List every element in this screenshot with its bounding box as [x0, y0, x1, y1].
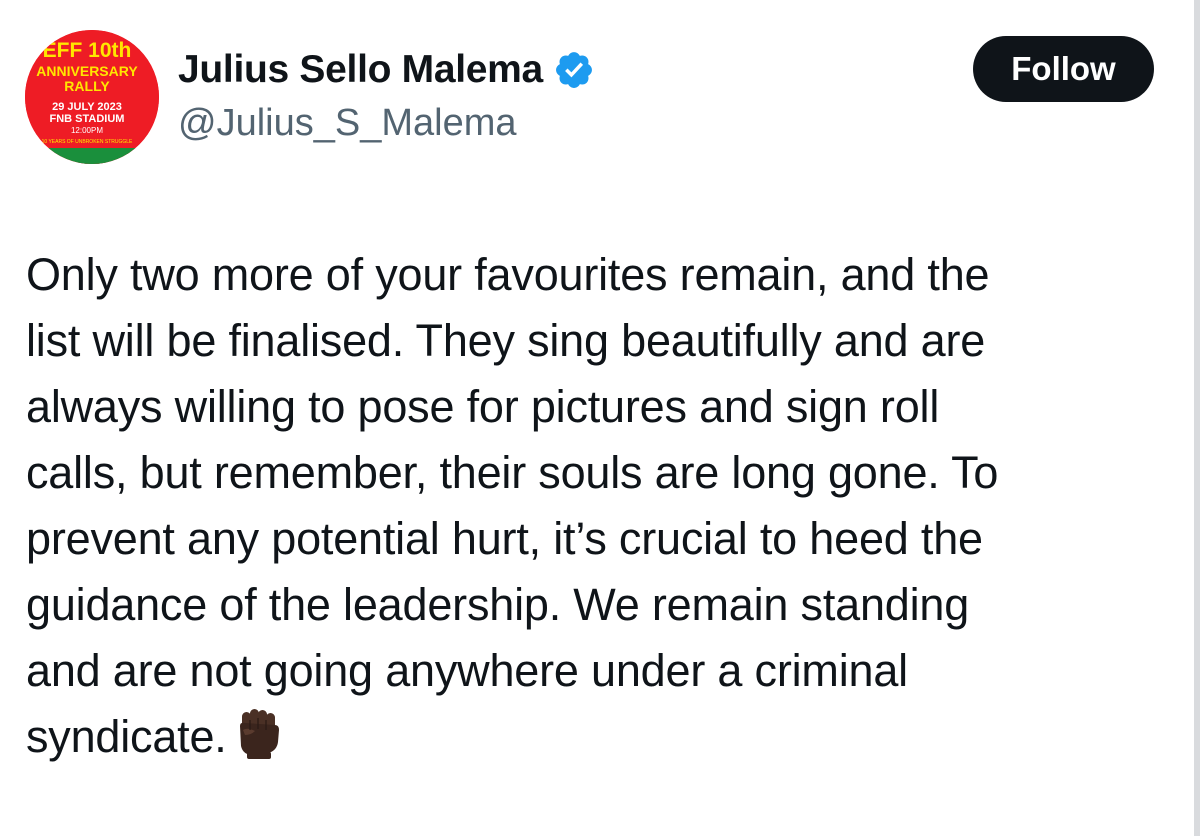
avatar-rally: RALLY: [64, 78, 110, 94]
tweet-line: syndicate.: [26, 711, 227, 762]
avatar-title: EFF 10th: [43, 39, 132, 62]
tweet-line: guidance of the leadership. We remain st…: [26, 579, 970, 630]
tweet-line-last: syndicate.: [26, 704, 1166, 778]
avatar-green-band: [25, 148, 159, 164]
avatar-tagline: 10 YEARS OF UNBROKEN STRUGGLE: [42, 139, 133, 145]
tweet-line: and are not going anywhere under a crimi…: [26, 645, 908, 696]
verified-badge-icon[interactable]: [553, 49, 595, 91]
avatar-time: 12:00PM: [71, 126, 103, 135]
tweet-line: list will be finalised. They sing beauti…: [26, 315, 986, 366]
tweet-line: calls, but remember, their souls are lon…: [26, 447, 999, 498]
author-handle[interactable]: @Julius_S_Malema: [178, 102, 517, 145]
author-display-name[interactable]: Julius Sello Malema: [178, 48, 543, 92]
avatar-date: 29 JULY 2023: [52, 101, 122, 113]
tweet-line: prevent any potential hurt, it’s crucial…: [26, 513, 983, 564]
tweet-line: always willing to pose for pictures and …: [26, 381, 940, 432]
raised-fist-icon: [231, 706, 285, 778]
author-name-row: Julius Sello Malema: [178, 44, 595, 96]
avatar-rally-poster: EFF 10th ANNIVERSARY RALLY 29 JULY 2023 …: [25, 30, 159, 164]
avatar-subtitle: ANNIVERSARY: [36, 63, 138, 79]
avatar[interactable]: EFF 10th ANNIVERSARY RALLY 29 JULY 2023 …: [25, 30, 159, 164]
follow-button[interactable]: Follow: [973, 36, 1154, 102]
tweet-text: Only two more of your favourites remain,…: [26, 242, 1166, 778]
avatar-venue: FNB STADIUM: [50, 113, 125, 125]
scroll-edge: [1194, 0, 1200, 836]
tweet-line: Only two more of your favourites remain,…: [26, 249, 990, 300]
